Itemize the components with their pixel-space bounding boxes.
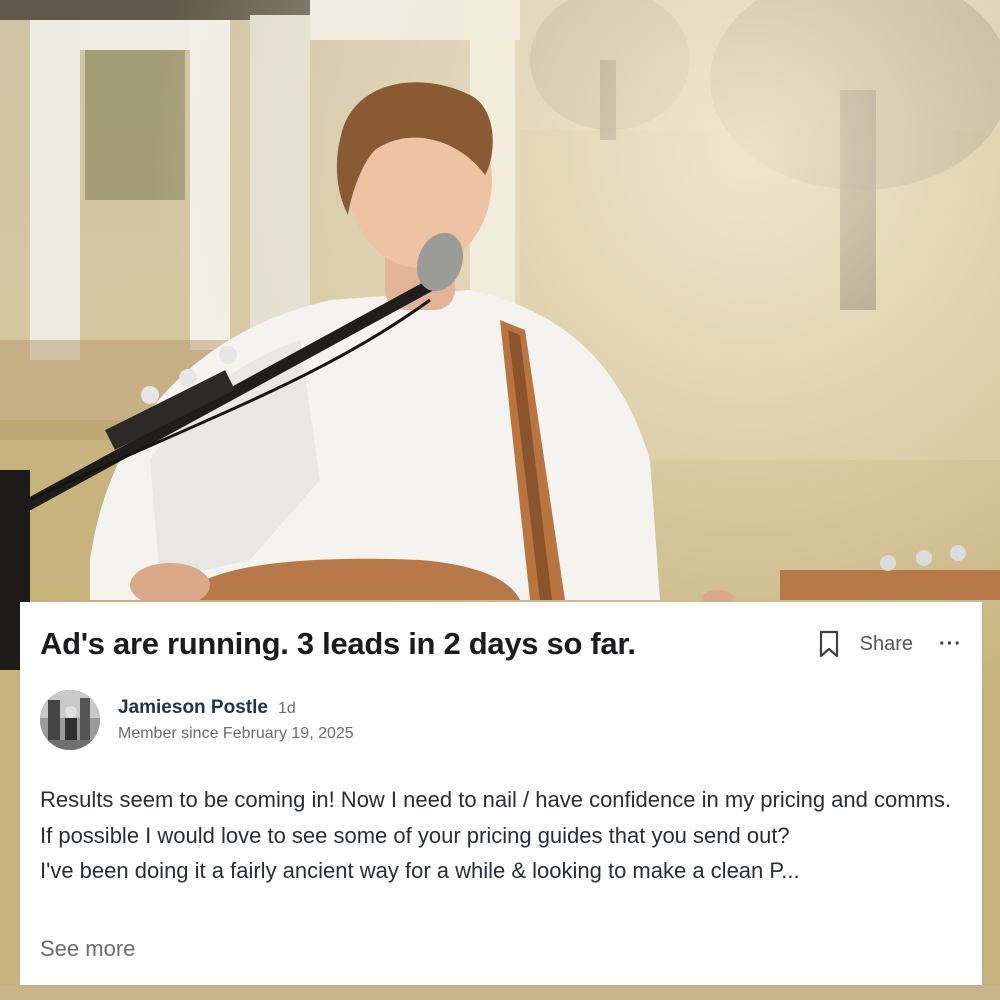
- author-line: Jamieson Postle 1d: [118, 697, 354, 719]
- post-header: Ad's are running. 3 leads in 2 days so f…: [40, 620, 962, 668]
- author-row: Jamieson Postle 1d Member since February…: [40, 690, 354, 750]
- post-body-paragraph: I've been doing it a fairly ancient way …: [40, 858, 800, 883]
- avatar-image: [40, 690, 100, 750]
- post-actions: Share ···: [818, 630, 962, 658]
- post-title[interactable]: Ad's are running. 3 leads in 2 days so f…: [40, 626, 636, 662]
- avatar[interactable]: [40, 690, 100, 750]
- post-card: Ad's are running. 3 leads in 2 days so f…: [20, 602, 982, 985]
- post-body-paragraph: Results seem to be coming in! Now I need…: [40, 787, 952, 848]
- bookmark-icon[interactable]: [818, 630, 840, 658]
- member-since: Member since February 19, 2025: [118, 725, 354, 742]
- post-timestamp: 1d: [277, 700, 296, 717]
- author-meta: Jamieson Postle 1d Member since February…: [118, 697, 354, 743]
- post-body: Results seem to be coming in! Now I need…: [40, 782, 958, 889]
- author-name[interactable]: Jamieson Postle: [118, 697, 268, 719]
- more-options-icon[interactable]: ···: [939, 633, 962, 656]
- share-button[interactable]: Share: [860, 633, 913, 656]
- see-more-link[interactable]: See more: [40, 936, 135, 962]
